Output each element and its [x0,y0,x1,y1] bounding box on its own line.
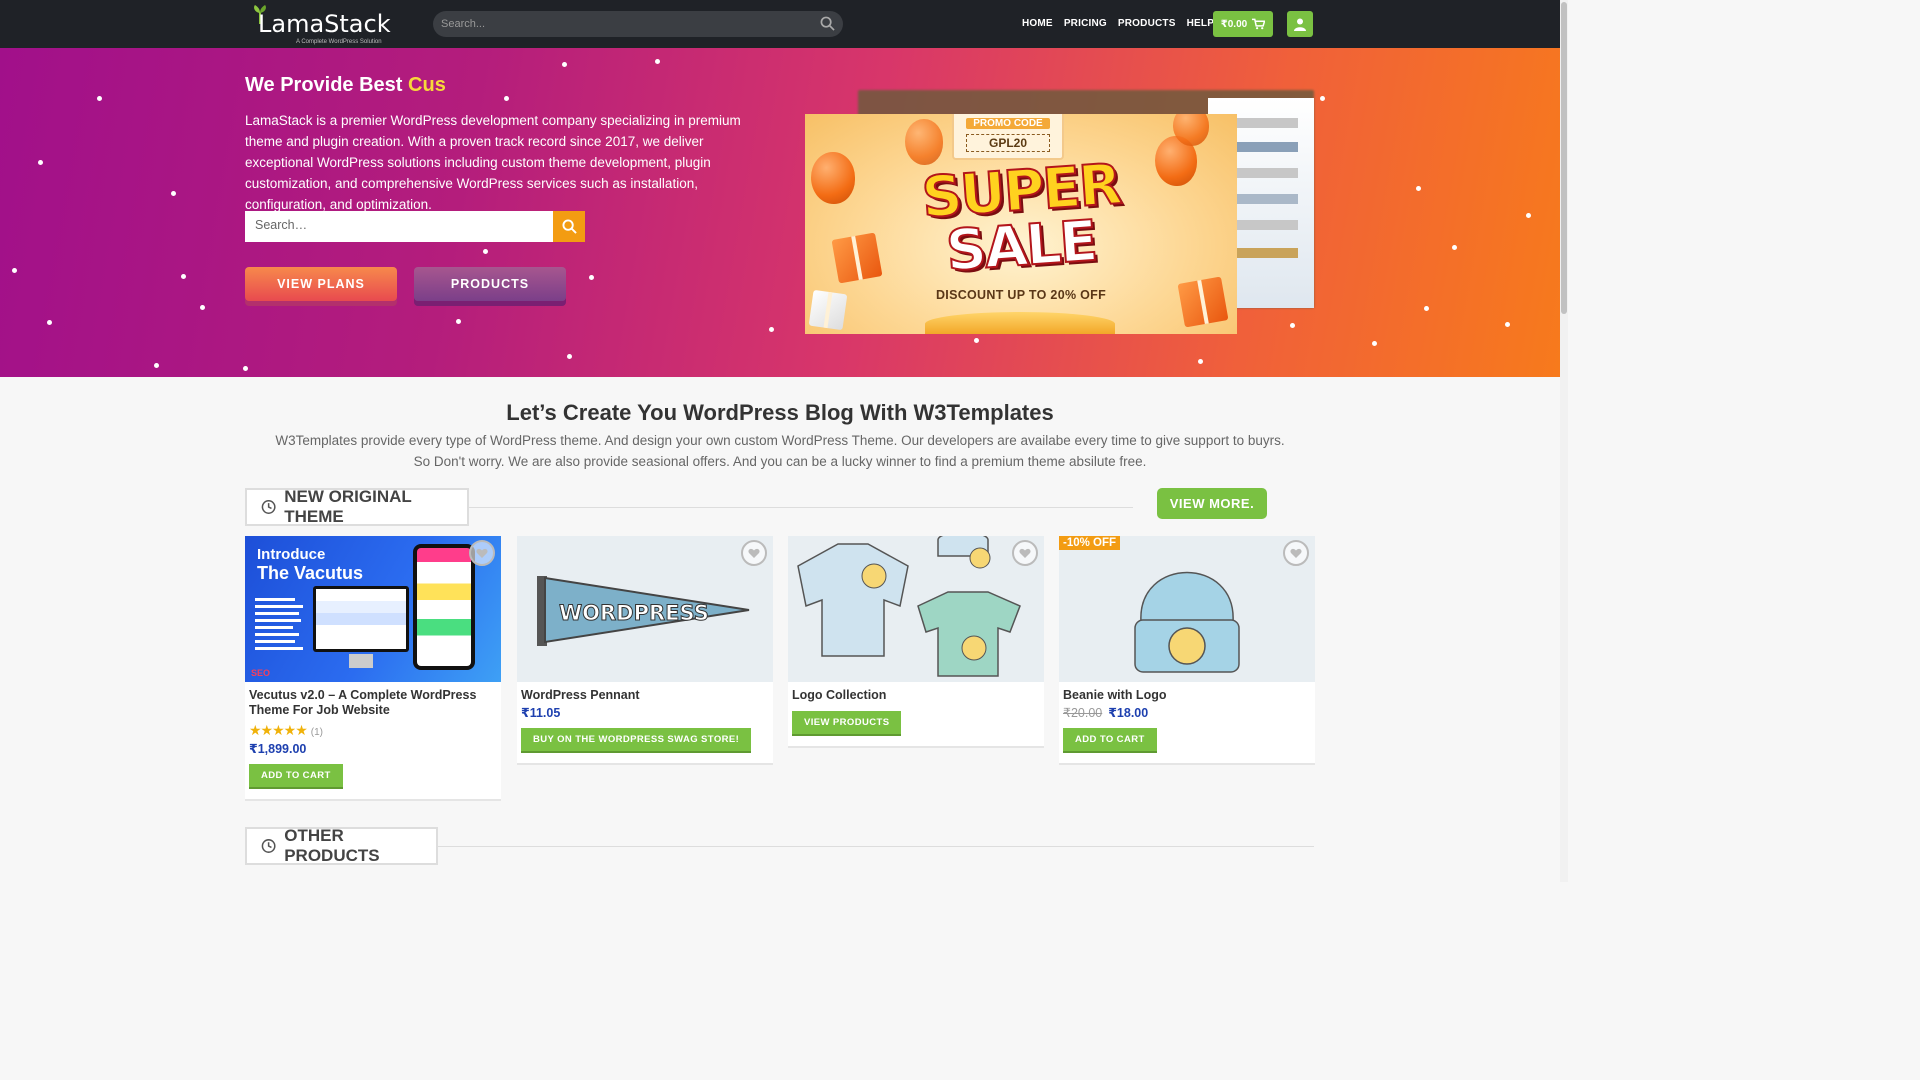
section-title: Let’s Create You WordPress Blog With W3T… [506,400,1054,425]
wishlist-heart-icon[interactable] [741,540,767,566]
cart-icon [1252,18,1266,30]
user-icon [1294,18,1306,31]
nav-home[interactable]: HOME [1022,18,1053,29]
divider [437,846,1314,847]
old-price: ₹20.00 [1063,706,1103,720]
wishlist-heart-icon[interactable] [1283,540,1309,566]
hero-description: LamaStack is a premier WordPress develop… [245,113,741,212]
beanie-graphic [1134,571,1240,673]
rating-count: (1) [310,727,323,738]
podium-shape [925,312,1115,334]
product-price: ₹20.00 ₹18.00 [1059,703,1315,720]
wishlist-heart-icon[interactable] [469,540,495,566]
promo-code-box: PROMO CODE GPL20 [952,114,1064,160]
wishlist-heart-icon[interactable] [1012,540,1038,566]
product-price: ₹11.05 [521,706,561,720]
page-scrollbar[interactable] [1560,0,1568,882]
product-card-vecutus[interactable]: Introduce The Vacutus SEO Vecutus v2.0 –… [245,536,501,801]
cart-button[interactable]: ₹0.00 [1213,11,1273,37]
product-title[interactable]: Vecutus v2.0 – A Complete WordPress Them… [245,682,501,718]
nav-help[interactable]: HELP [1187,18,1214,29]
promo-code-label: PROMO CODE [966,118,1050,129]
product-image[interactable]: Introduce The Vacutus SEO [245,536,501,682]
clock-icon [261,839,276,853]
hero-search-input[interactable] [255,218,545,232]
gift-icon [1177,276,1229,328]
view-plans-button[interactable]: VIEW PLANS [245,267,397,301]
product-card-wordpress-pennant[interactable]: WORDPRESS WordPress Pennant ₹11.05 BUY O… [517,536,773,765]
add-to-cart-button[interactable]: ADD TO CART [1063,728,1157,753]
buy-on-swag-store-button[interactable]: BUY ON THE WORDPRESS SWAG STORE! [521,728,752,753]
site-header: LamaStack A Complete WordPress Solution … [0,0,1560,48]
other-products-heading: OTHER PRODUCTS [245,826,438,865]
pennant-text: WORDPRESS [559,601,709,625]
feature-list-graphic [255,598,307,650]
hero-banner: We Provide Best Cus LamaStack is a premi… [0,48,1560,377]
view-more-button[interactable]: VIEW MORE. [1157,488,1267,519]
product-card-beanie[interactable]: -10% OFF Beanie with Logo ₹20.00 ₹18.00 A… [1059,536,1315,765]
divider [468,507,1133,508]
product-title[interactable]: Logo Collection [788,682,1044,703]
product-title[interactable]: WordPress Pennant [517,682,773,703]
logo-text: LamaStack [258,10,391,38]
balloon-icon [905,119,943,165]
account-button[interactable] [1287,11,1313,37]
cart-total: ₹0.00 [1220,18,1248,30]
header-search [433,11,843,37]
monitor-stand [349,654,373,668]
hero-title-highlight: Cus [408,74,446,96]
promo-discount-text: DISCOUNT UP TO 20% OFF [935,288,1107,302]
scrollbar-thumb[interactable] [1561,2,1567,314]
product-card-logo-collection[interactable]: Logo Collection VIEW PRODUCTS [788,536,1044,748]
header-search-input[interactable] [441,15,801,33]
monitor-graphic [313,586,409,652]
product-image[interactable]: WORDPRESS [517,536,773,682]
hero-title-prefix: We Provide Best [245,74,409,96]
product-image-title-line2: The Vacutus [257,563,364,583]
product-image-title: Introduce The Vacutus [257,546,363,582]
product-price: ₹1,899.00 [249,742,307,756]
search-icon[interactable] [820,16,835,31]
rating-stars: ★★★★★ (1) [249,722,323,738]
sale-price: ₹18.00 [1108,706,1149,720]
nav-products[interactable]: PRODUCTS [1118,18,1176,29]
site-logo[interactable]: LamaStack A Complete WordPress Solution [250,4,391,45]
phone-graphic [413,544,475,670]
hero-title: We Provide Best Cus [245,74,446,97]
section-description: W3Templates provide every type of WordPr… [275,433,1285,469]
hero-search-button[interactable] [553,211,585,242]
apparel-graphic [797,536,1021,677]
discount-badge: -10% OFF [1059,536,1121,550]
new-theme-heading: NEW ORIGINAL THEME [245,487,469,526]
new-theme-heading-text: NEW ORIGINAL THEME [284,487,412,526]
main-nav: HOME PRICING PRODUCTS HELP [1022,18,1214,29]
promo-super-sale-banner[interactable]: PROMO CODE GPL20 SUPER SALE DISCOUNT UP … [805,114,1237,334]
other-products-heading-text: OTHER PRODUCTS [284,826,380,865]
products-button[interactable]: PRODUCTS [414,267,566,301]
promo-code: GPL20 [966,134,1050,152]
clock-icon [261,500,276,514]
product-image[interactable]: -10% OFF [1059,536,1315,682]
search-icon [561,219,577,234]
pennant-graphic: WORDPRESS [537,576,750,646]
product-image-title-line1: Introduce [257,546,326,563]
product-title[interactable]: Beanie with Logo [1059,682,1315,703]
logo-tagline: A Complete WordPress Solution [296,39,382,45]
nav-pricing[interactable]: PRICING [1064,18,1107,29]
add-to-cart-button[interactable]: ADD TO CART [249,764,343,789]
seo-badge: SEO [251,668,271,678]
view-products-button[interactable]: VIEW PRODUCTS [792,711,902,736]
hero-search [245,211,585,242]
product-image[interactable] [788,536,1044,682]
